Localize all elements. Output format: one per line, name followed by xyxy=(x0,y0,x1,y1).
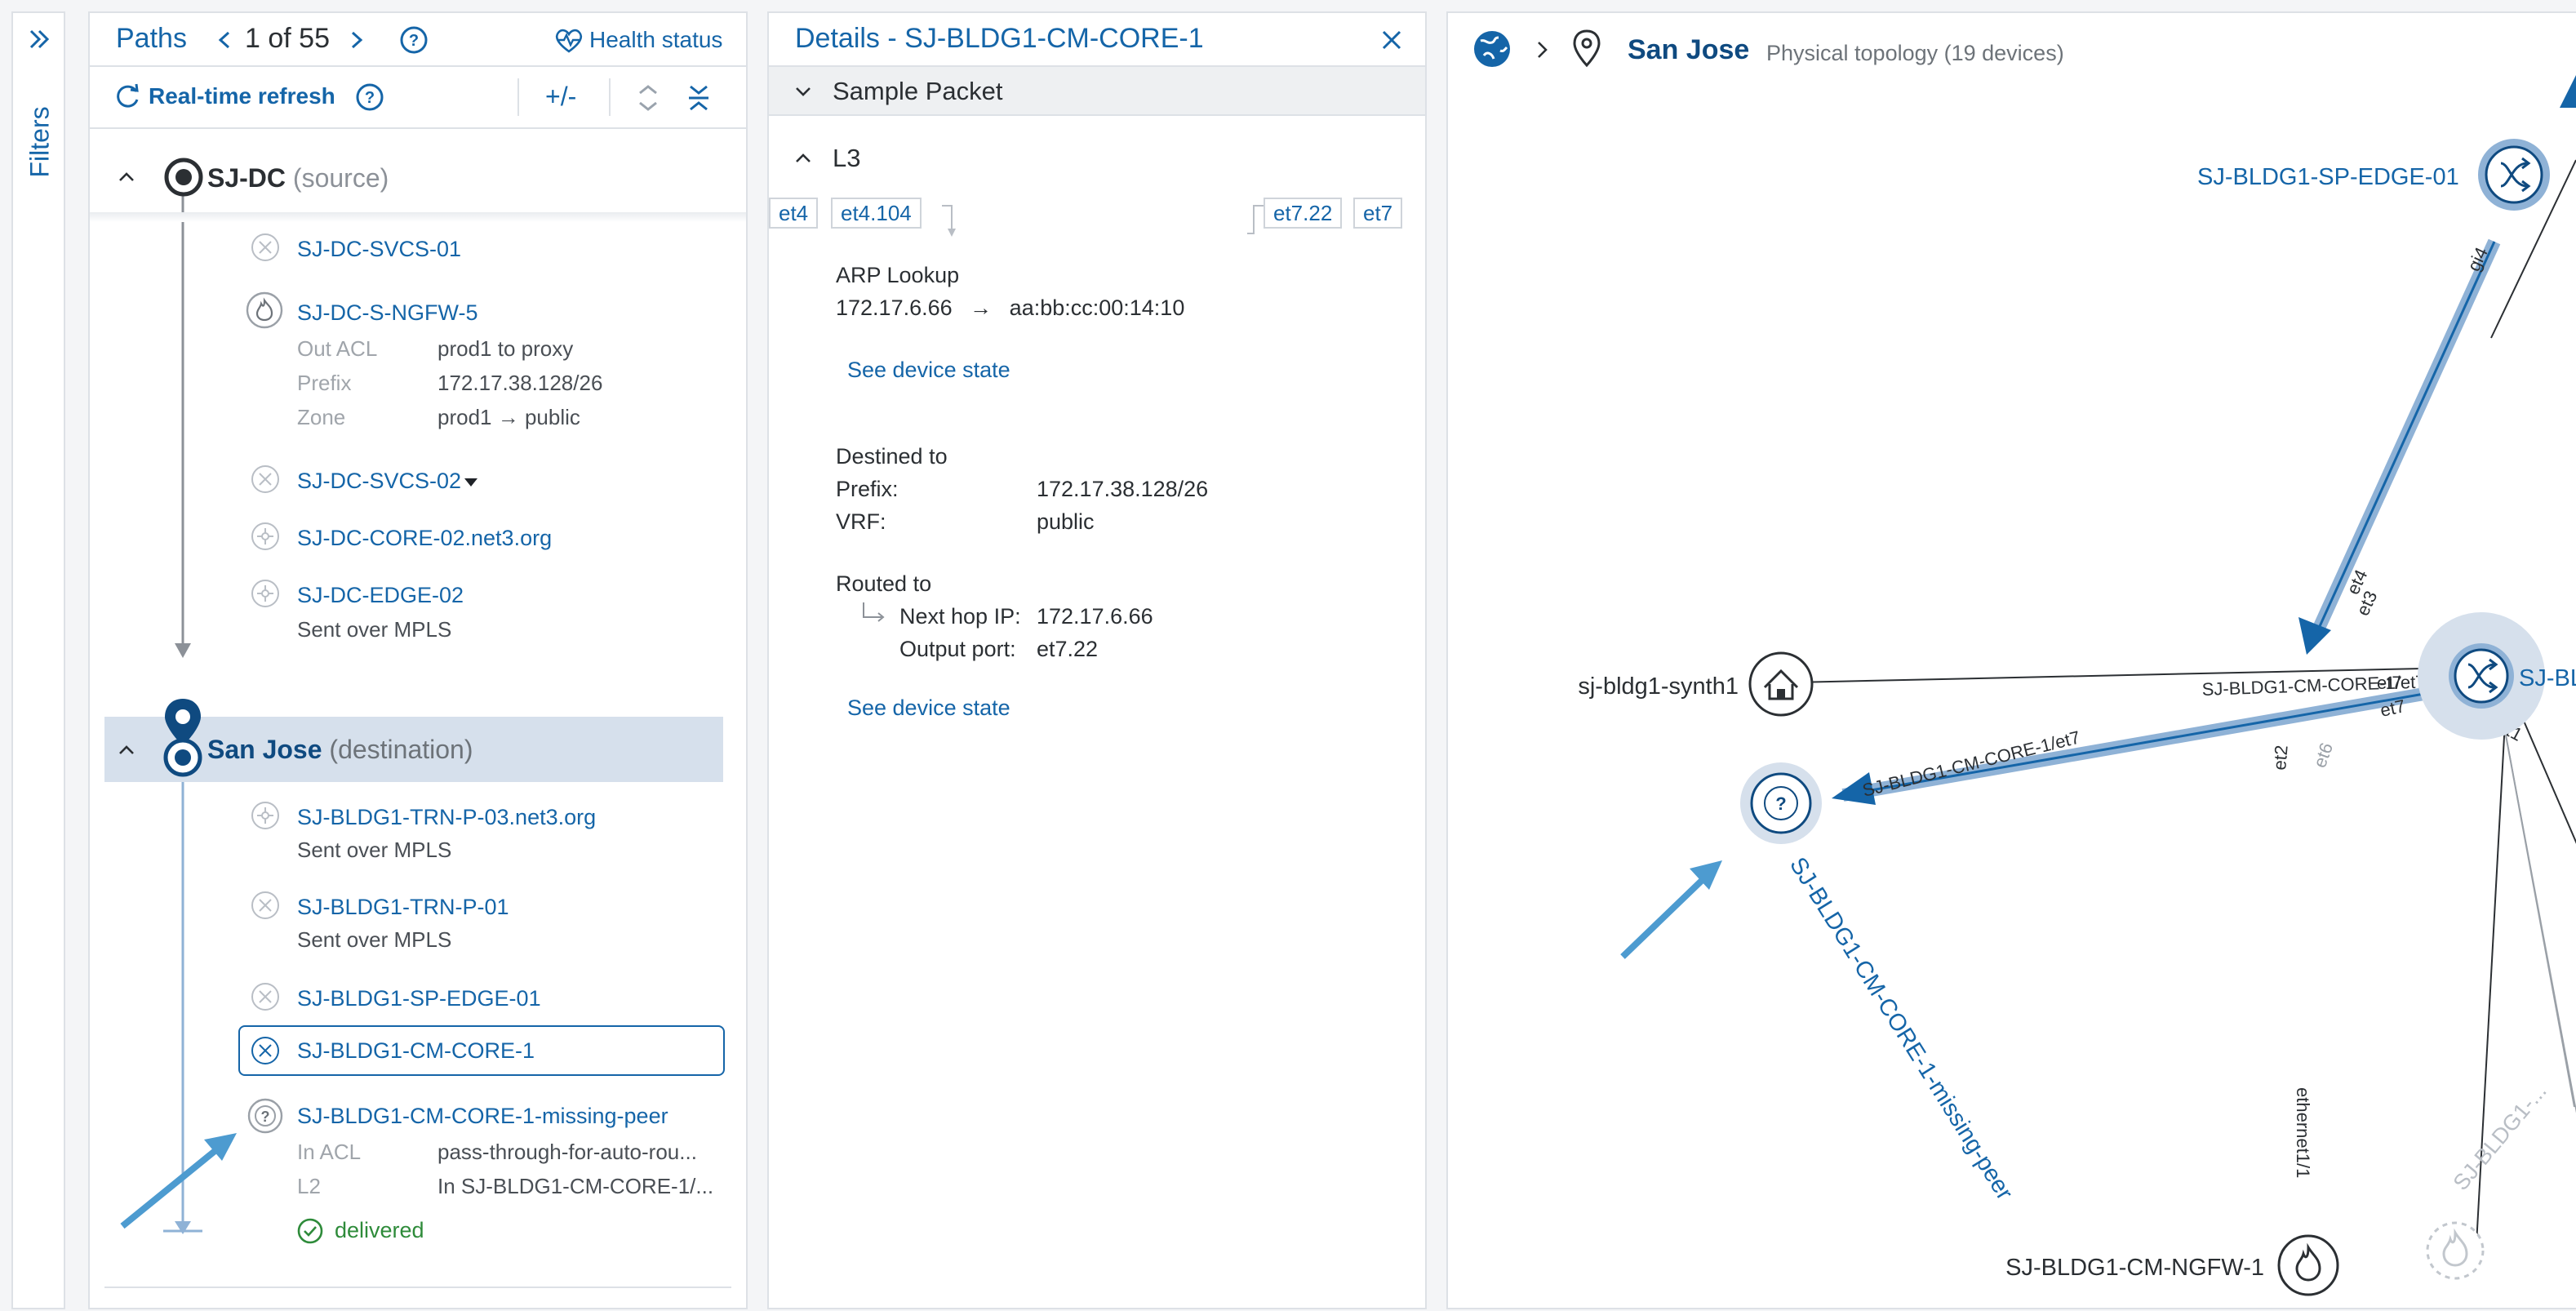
synth-node[interactable] xyxy=(1748,651,1814,717)
check-circle-icon xyxy=(297,1218,323,1244)
l3-header[interactable]: L3 xyxy=(833,144,860,173)
edge-label: ethernet1/1 xyxy=(2293,1087,2313,1178)
router-icon xyxy=(251,580,279,607)
egress-subinterface[interactable]: et7.22 xyxy=(1264,198,1343,229)
routed-heading: Routed to xyxy=(836,571,932,596)
arp-heading: ARP Lookup xyxy=(836,263,960,287)
outport-value: et7.22 xyxy=(1037,637,1099,661)
link[interactable] xyxy=(2515,701,2576,846)
node-label[interactable]: SJ-BLDG1-... xyxy=(2449,1079,2552,1195)
location-pin-icon xyxy=(163,699,202,777)
hop-link[interactable]: SJ-BLDG1-SP-EDGE-01 xyxy=(297,986,541,1011)
vrf-label: VRF: xyxy=(836,509,886,534)
prefix-value: 172.17.38.128/26 xyxy=(1037,477,1209,501)
outport-label: Output port: xyxy=(899,637,1016,661)
source-label[interactable]: SJ-DC (source) xyxy=(207,163,389,193)
divider xyxy=(104,1287,731,1288)
firewall-icon xyxy=(246,291,283,329)
hop-detail: Prefix 172.17.38.128/26 xyxy=(297,371,603,395)
edge-label: et7 xyxy=(2377,673,2402,693)
nexthop-value: 172.17.6.66 xyxy=(1037,604,1153,629)
divider xyxy=(90,212,746,222)
arrow-right-icon: → xyxy=(970,296,993,320)
switch-icon xyxy=(251,891,279,919)
ngfw-node[interactable] xyxy=(2277,1234,2339,1296)
filters-rail: Filters xyxy=(11,11,65,1309)
flow-arrow-icon xyxy=(1247,205,1264,234)
node-label[interactable]: SJ-BLDG1-CM-NGFW-1 xyxy=(2005,1255,2264,1281)
subdirectory-arrow-icon xyxy=(863,602,885,622)
see-device-state-link[interactable]: See device state xyxy=(847,358,1010,383)
hop-detail: Out ACL prod1 to proxy xyxy=(297,336,574,361)
delivered-status: delivered xyxy=(335,1218,424,1242)
node-label[interactable]: SJ-BLDG1-CM-CORE-1-missing-peer xyxy=(1784,853,2018,1205)
destination-name: San Jose xyxy=(207,735,322,764)
hop-link[interactable]: SJ-DC-CORE-02.net3.org xyxy=(297,526,552,551)
svg-text:?: ? xyxy=(261,1109,270,1125)
edge-label: et6 xyxy=(2309,740,2337,770)
arp-mac: aa:bb:cc:00:14:10 xyxy=(1009,296,1185,320)
chevron-up-icon[interactable] xyxy=(114,738,139,762)
destined-heading: Destined to xyxy=(836,444,948,469)
router-icon xyxy=(251,802,279,829)
hop-sub: Sent over MPLS xyxy=(297,838,452,862)
filters-label[interactable]: Filters xyxy=(25,106,56,177)
ingress-port[interactable]: et4 xyxy=(769,198,819,229)
node-label[interactable]: SJ-BLDG1-SP-EDGE-01 xyxy=(2197,164,2459,190)
chevron-up-icon[interactable] xyxy=(792,147,815,170)
hop-link[interactable]: SJ-BLDG1-CM-CORE-1 xyxy=(297,1038,535,1064)
unknown-device-icon: ? xyxy=(247,1098,283,1134)
chevron-up-icon[interactable] xyxy=(114,165,139,189)
hop-sub: Sent over MPLS xyxy=(297,927,452,952)
link[interactable] xyxy=(2500,708,2576,1309)
source-target-icon xyxy=(164,158,203,197)
hop-link[interactable]: SJ-DC-SVCS-02 xyxy=(297,469,461,494)
prefix-label: Prefix: xyxy=(836,477,899,501)
switch-icon xyxy=(251,465,279,493)
hop-detail: In ACL pass-through-for-auto-rou... xyxy=(297,1140,697,1164)
sample-packet-header[interactable]: Sample Packet xyxy=(769,65,1425,116)
switch-icon xyxy=(251,233,279,261)
egress-port[interactable]: et7 xyxy=(1353,198,1403,229)
arp-entry: 172.17.6.66 → aa:bb:cc:00:14:10 xyxy=(836,296,1184,321)
switch-icon xyxy=(251,983,279,1011)
caret-down-icon[interactable] xyxy=(462,475,480,490)
hop-detail: L2 In SJ-BLDG1-CM-CORE-1/... xyxy=(297,1174,714,1198)
edge-label: et7 xyxy=(2378,695,2407,721)
hop-link[interactable]: SJ-DC-S-NGFW-5 xyxy=(297,300,477,326)
paths-panel: Paths 1 of 55 ? Health status Real-time … xyxy=(88,11,748,1309)
details-title: Details - SJ-BLDG1-CM-CORE-1 xyxy=(795,23,1204,54)
arp-ip: 172.17.6.66 xyxy=(836,296,953,320)
hop-detail: Zone prod1 → public xyxy=(297,405,580,429)
vrf-value: public xyxy=(1037,509,1095,534)
flow-arrow-icon xyxy=(942,205,956,237)
hop-link[interactable]: SJ-BLDG1-TRN-P-01 xyxy=(297,895,509,920)
source-role: (source) xyxy=(292,163,389,193)
chevron-down-icon xyxy=(796,87,811,96)
details-panel: Details - SJ-BLDG1-CM-CORE-1 Sample Pack… xyxy=(767,11,1427,1309)
ingress-subinterface[interactable]: et4.104 xyxy=(831,198,922,229)
source-name: SJ-DC xyxy=(207,163,286,193)
nexthop-label: Next hop IP: xyxy=(899,604,1021,629)
hop-link[interactable]: SJ-BLDG1-TRN-P-03.net3.org xyxy=(297,805,596,830)
router-icon xyxy=(251,522,279,550)
hop-sub: Sent over MPLS xyxy=(297,617,452,642)
topology-panel: San Jose Physical topology (19 devices) … xyxy=(1446,11,2576,1309)
node-label[interactable]: SJ-BLDG1-CM-COR xyxy=(2519,665,2576,691)
destination-label[interactable]: San Jose (destination) xyxy=(207,735,473,765)
topology-graph: gi4 et4 et3 SJ-BLDG1-CM-CORE-1/et7 et7 e… xyxy=(1578,75,2576,1309)
hop-link[interactable]: SJ-DC-EDGE-02 xyxy=(297,583,464,608)
switch-icon xyxy=(251,1037,279,1064)
expand-filters-button[interactable] xyxy=(21,23,57,56)
close-icon[interactable] xyxy=(1378,26,1406,54)
hop-link[interactable]: SJ-BLDG1-CM-CORE-1-missing-peer xyxy=(297,1104,668,1129)
edge-label: et2 xyxy=(2269,744,2292,771)
see-device-state-link[interactable]: See device state xyxy=(847,695,1010,721)
svg-text:?: ? xyxy=(1775,793,1786,814)
double-chevron-right-icon xyxy=(29,29,50,49)
sample-packet-label: Sample Packet xyxy=(833,77,1003,105)
destination-role: (destination) xyxy=(329,735,473,764)
hop-link[interactable]: SJ-DC-SVCS-01 xyxy=(297,237,461,262)
node-label[interactable]: sj-bldg1-synth1 xyxy=(1578,673,1739,700)
